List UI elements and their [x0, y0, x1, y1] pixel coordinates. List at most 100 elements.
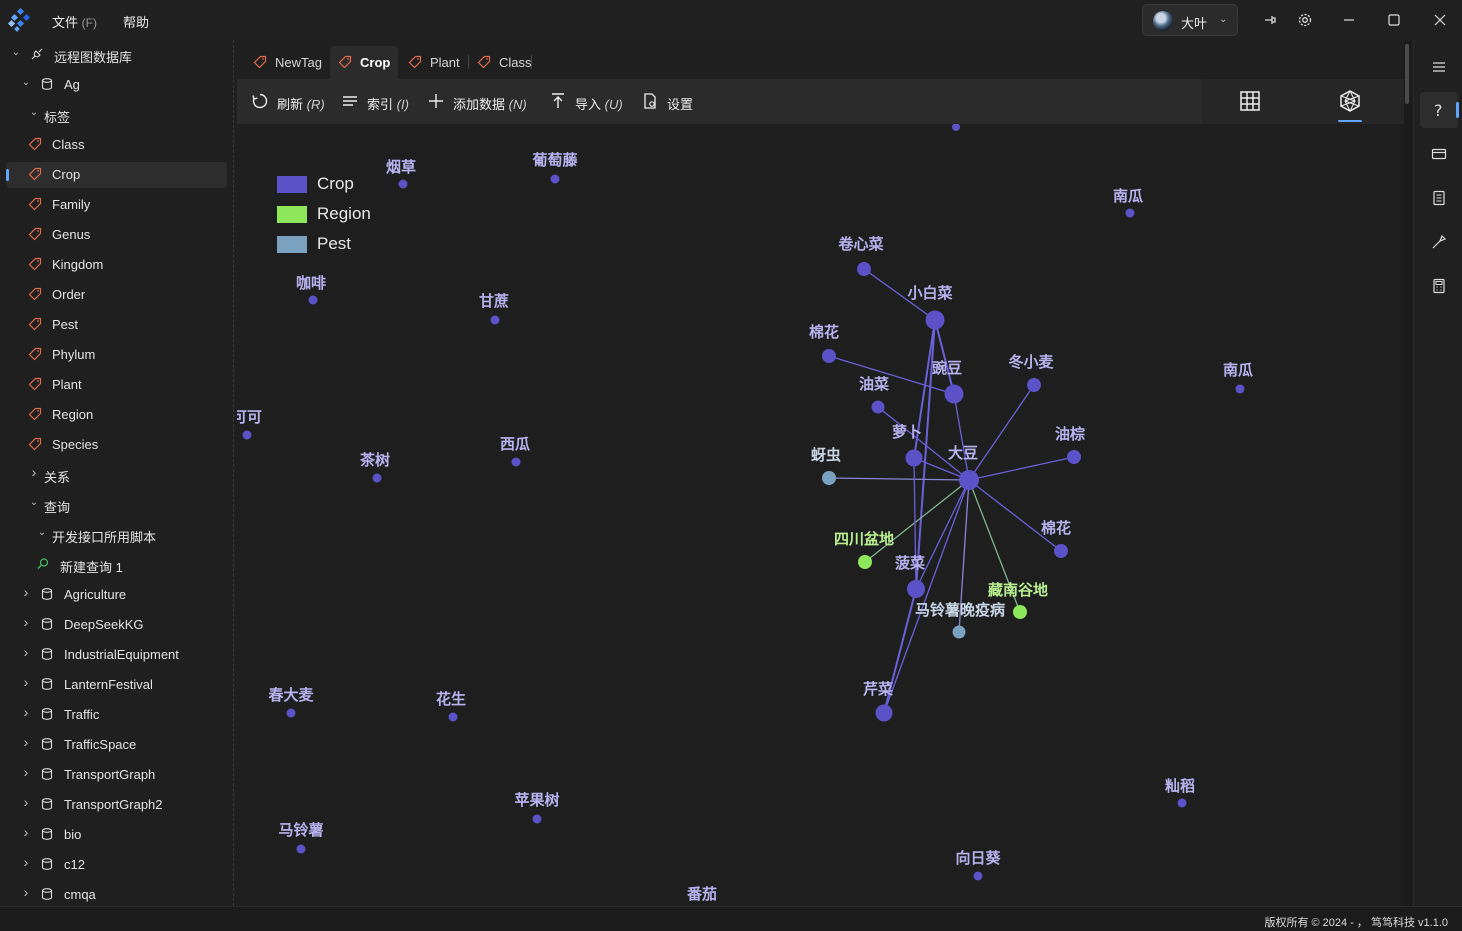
pin-icon[interactable] [1258, 9, 1282, 31]
chevron-right-icon[interactable]: › [28, 464, 40, 480]
sidebar-item-8[interactable]: Order [0, 281, 233, 309]
graph-node-coffee[interactable]: 咖啡 [296, 274, 326, 305]
sidebar-item-16[interactable]: ⌄ 开发接口所用脚本 [0, 521, 233, 549]
tab-newtag[interactable]: NewTag [245, 46, 330, 79]
graph-node-watermelon[interactable]: 西瓜 [500, 435, 530, 467]
notes-icon[interactable] [1420, 181, 1458, 217]
graph-node-pumpkin2[interactable]: 南瓜 [1223, 361, 1253, 394]
graph-node-dot[interactable] [857, 262, 871, 276]
sidebar-item-10[interactable]: Phylum [0, 341, 233, 369]
graph-node-dot[interactable] [952, 124, 960, 131]
graph-node-peanut[interactable]: 花生 [436, 690, 466, 722]
graph-node-tomato[interactable]: 番茄 [686, 885, 717, 906]
sidebar-item-27[interactable]: › c12 [0, 851, 233, 879]
graph-node-dot[interactable] [448, 712, 458, 722]
sidebar-item-7[interactable]: Kingdom [0, 251, 233, 279]
graph-node-dot[interactable] [1177, 798, 1187, 808]
graph-node-pumpkin1[interactable]: 南瓜 [1113, 187, 1143, 218]
sidebar-splitter[interactable] [233, 40, 234, 906]
sidebar-item-24[interactable]: › TransportGraph [0, 761, 233, 789]
chevron-down-icon[interactable]: ⌄ [10, 47, 22, 58]
chevron-down-icon[interactable]: ⌄ [28, 107, 40, 118]
graph-node-rapeseed[interactable]: 油菜 [859, 375, 889, 414]
sidebar-item-17[interactable]: 新建查询 1 [0, 551, 233, 579]
settings-icon[interactable] [1293, 9, 1317, 31]
graph-edge-celery-soybean[interactable] [883, 479, 970, 714]
maximize-icon[interactable] [1382, 9, 1406, 31]
menu-help[interactable]: 帮助 [123, 12, 149, 31]
graph-node-dot[interactable] [1235, 384, 1245, 394]
graph-node-dot[interactable] [973, 871, 983, 881]
graph-edge-bokchoy-pea[interactable] [934, 319, 955, 395]
graph-node-dot[interactable] [1125, 208, 1135, 218]
sidebar-item-12[interactable]: Region [0, 401, 233, 429]
chevron-right-icon[interactable]: › [20, 884, 32, 900]
sidebar-item-9[interactable]: Pest [0, 311, 233, 339]
sidebar-item-18[interactable]: › Agriculture [0, 581, 233, 609]
graph-node-oilpalm[interactable]: 油棕 [1055, 425, 1085, 464]
chevron-right-icon[interactable]: › [20, 704, 32, 720]
graph-node-sunflower[interactable]: 向日葵 [955, 849, 1001, 881]
graph-node-dot[interactable] [308, 295, 318, 305]
graph-node-dot[interactable] [822, 471, 836, 485]
chevron-right-icon[interactable]: › [20, 644, 32, 660]
tab-class[interactable]: Class [469, 46, 532, 79]
chevron-right-icon[interactable]: › [20, 584, 32, 600]
graph-edge-oilpalm-soybean[interactable] [968, 456, 1075, 481]
tools-icon[interactable] [1420, 225, 1458, 261]
sidebar-item-22[interactable]: › Traffic [0, 701, 233, 729]
graph-node-dot[interactable] [372, 473, 382, 483]
graph-node-cotton1[interactable]: 棉花 [809, 323, 839, 363]
sidebar-item-25[interactable]: › TransportGraph2 [0, 791, 233, 819]
graph-node-apple[interactable]: 苹果树 [514, 791, 560, 824]
graph-node-dot[interactable] [296, 844, 306, 854]
graph-node-dot[interactable] [550, 174, 560, 184]
chevron-down-icon[interactable]: ⌄ [36, 527, 48, 538]
sidebar-item-4[interactable]: Crop [0, 161, 233, 189]
graph-node-n_top[interactable] [952, 124, 960, 131]
sidebar-item-19[interactable]: › DeepSeekKG [0, 611, 233, 639]
sidebar-item-2[interactable]: ⌄ 标签 [0, 101, 233, 129]
sidebar-item-13[interactable]: Species [0, 431, 233, 459]
close-icon[interactable] [1428, 9, 1452, 31]
sidebar-item-15[interactable]: ⌄ 查询 [0, 491, 233, 519]
graph-node-dot[interactable] [1027, 378, 1041, 392]
graph-edge-aphid-soybean[interactable] [828, 477, 970, 481]
graph-node-cocoa[interactable]: 可可 [237, 408, 262, 440]
sidebar-item-3[interactable]: Class [0, 131, 233, 159]
graph-edge-pea-soybean[interactable] [953, 393, 970, 481]
sidebar-item-5[interactable]: Family [0, 191, 233, 219]
graph-node-sugarcane[interactable]: 甘蔗 [479, 292, 509, 325]
graph-node-aphid[interactable]: 蚜虫 [811, 446, 841, 485]
graph-node-dot[interactable] [1067, 450, 1081, 464]
sidebar-item-21[interactable]: › LanternFestival [0, 671, 233, 699]
chevron-right-icon[interactable]: › [20, 764, 32, 780]
chevron-right-icon[interactable]: › [20, 674, 32, 690]
graph-edge-spinach-soybean[interactable] [915, 479, 970, 590]
graph-node-dot[interactable] [532, 814, 542, 824]
graph-node-dot[interactable] [858, 555, 872, 569]
graph-node-grape[interactable]: 葡萄藤 [531, 151, 578, 184]
graph-node-tobacco[interactable]: 烟草 [386, 158, 416, 189]
chevron-down-icon[interactable]: ⌄ [28, 497, 40, 508]
main-scrollbar-thumb[interactable] [1405, 44, 1409, 104]
graph-node-dot[interactable] [511, 457, 521, 467]
tab-plant[interactable]: Plant [400, 46, 468, 79]
calculator-icon[interactable] [1420, 269, 1458, 305]
graph-node-dot[interactable] [944, 384, 964, 404]
graph-node-potato[interactable]: 马铃薯 [278, 821, 324, 854]
graph-node-dot[interactable] [905, 449, 923, 467]
chevron-down-icon[interactable]: ⌄ [20, 77, 32, 88]
sidebar-item-6[interactable]: Genus [0, 221, 233, 249]
sidebar-item-28[interactable]: › cmqa [0, 881, 233, 906]
graph-svg[interactable]: 烟草 葡萄藤南瓜卷心菜咖啡甘蔗 小白菜棉花豌豆 冬小麦 南瓜油菜可可萝卜大豆油棕蚜虫茶树… [237, 124, 1404, 906]
chevron-right-icon[interactable]: › [20, 854, 32, 870]
help-icon[interactable]: ? [1420, 92, 1458, 128]
graph-canvas[interactable]: 烟草 葡萄藤 南瓜 卷心菜 咖啡 甘蔗 小白菜 棉花 豌豆 冬小麦 南瓜 油菜 可可 萝卜 大豆 油棕 蚜虫 茶树… [237, 124, 1404, 906]
chevron-right-icon[interactable]: › [20, 614, 32, 630]
sidebar-item-14[interactable]: › 关系 [0, 461, 233, 489]
chevron-right-icon[interactable]: › [20, 824, 32, 840]
menu-file[interactable]: 文件 (F) [52, 12, 97, 31]
menu-icon[interactable] [1420, 50, 1458, 86]
sidebar-item-26[interactable]: › bio [0, 821, 233, 849]
